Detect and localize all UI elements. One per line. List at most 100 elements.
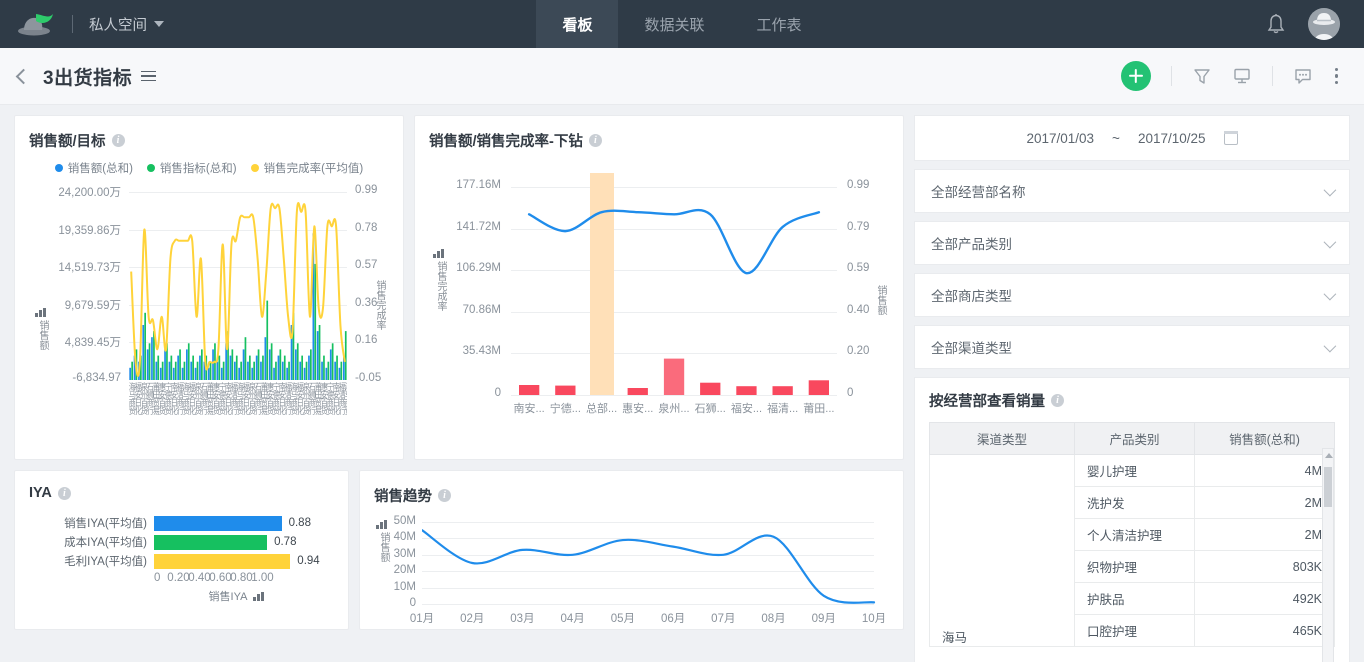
chart-trend-plot[interactable]: 销售额 50M 40M 30M 20M 10M 0 01月 02月 03月 04月 05月 06月 07…	[374, 515, 889, 626]
x-axis-label[interactable]: 宁德...	[547, 400, 583, 416]
table-cell-category[interactable]: 织物护理	[1074, 550, 1195, 583]
iya-bar-value: 0.94	[297, 555, 320, 567]
info-icon[interactable]: i	[1051, 394, 1064, 407]
x-axis-label[interactable]: 惠安...	[620, 400, 656, 416]
axis-tick-label: 40M	[393, 531, 416, 544]
avatar[interactable]	[1308, 8, 1340, 40]
tab-worksheet[interactable]: 工作表	[731, 0, 828, 48]
table-scrollbar[interactable]	[1322, 448, 1334, 662]
legend-item[interactable]: 销售指标(总和)	[146, 160, 237, 176]
y-axis-right-title: 销售额	[875, 285, 886, 315]
top-chart-row: 销售额/目标 i 销售额(总和) 销售指标(总和) 销售完成率(平均值) 销售额…	[14, 115, 904, 460]
chart-sales-target-plot[interactable]: 销售额 销售完成率 24,200.00万 0.99 19,359.86万 0.78 14…	[29, 180, 389, 459]
x-axis-label[interactable]: 石狮...	[692, 400, 728, 416]
legend-item[interactable]: 销售额(总和)	[54, 160, 133, 176]
column-header-channel[interactable]: 渠道类型	[929, 422, 1075, 455]
x-axis-label[interactable]: 南安...	[511, 400, 547, 416]
table-cell-sales[interactable]: 492K	[1194, 582, 1335, 615]
filter-channel-type[interactable]: 全部渠道类型	[914, 325, 1350, 369]
funnel-icon[interactable]	[1192, 66, 1212, 86]
hamburger-icon[interactable]	[141, 70, 157, 82]
filter-business-dept[interactable]: 全部经营部名称	[914, 169, 1350, 213]
x-axis-label[interactable]: 莆田...	[801, 400, 837, 416]
chart-iya-bars[interactable]: 销售IYA(平均值) 0.88 成本IYA(平均值) 0.78 毛利IYA(平均值) 0.…	[29, 515, 334, 569]
x-axis-label[interactable]: 09月	[810, 610, 838, 626]
axis-tick-label: 0.79	[847, 220, 870, 233]
filter-store-type-label: 全部商店类型	[931, 289, 1012, 304]
table-cell-sales[interactable]: 803K	[1194, 550, 1335, 583]
legend-item[interactable]: 销售完成率(平均值)	[250, 160, 363, 176]
table-body: 海马 婴儿护理 4M 洗护发 2M 个人清洁护理 2M 织物护理 803K 护肤品 492K 口腔护理…	[929, 454, 1335, 647]
axis-tick-label: 0	[494, 387, 501, 399]
axis-tick-label: 141.72M	[456, 220, 501, 233]
table-cell-category[interactable]: 婴儿护理	[1074, 454, 1195, 487]
axis-tick-label: 50M	[393, 515, 416, 527]
iya-bar-row[interactable]: 销售IYA(平均值) 0.88	[29, 515, 334, 531]
x-axis-label[interactable]: 福安...	[728, 400, 764, 416]
chart-drill-plot[interactable]: 销售完成率 销售额 177.16M 0.99 141.72M 0.79 106.29M 0…	[429, 165, 889, 455]
table-cell-category[interactable]: 护肤品	[1074, 582, 1195, 615]
table-cell-sales[interactable]: 4M	[1194, 454, 1335, 487]
x-axis-label[interactable]: 03月	[508, 610, 536, 626]
back-chevron-icon[interactable]	[15, 68, 32, 84]
iya-bar[interactable]	[154, 553, 291, 569]
filter-product-category[interactable]: 全部产品类别	[914, 221, 1350, 265]
axis-tick-label: 0.20	[847, 345, 870, 358]
x-axis-label[interactable]: 福清...	[765, 400, 801, 416]
iya-bar-value: 0.78	[274, 536, 297, 548]
table-cell-sales[interactable]: 2M	[1194, 486, 1335, 519]
bell-icon[interactable]	[1266, 13, 1286, 35]
calendar-icon[interactable]	[1223, 131, 1238, 145]
date-start-value[interactable]: 2017/01/03	[1026, 131, 1094, 146]
scrollbar-thumb[interactable]	[1324, 467, 1332, 507]
filter-store-type[interactable]: 全部商店类型	[914, 273, 1350, 317]
table-row[interactable]: 海马 婴儿护理 4M	[929, 454, 1335, 647]
iya-bar-value: 0.88	[288, 517, 311, 529]
axis-tick-label: 1.00	[251, 572, 274, 584]
date-end-value[interactable]: 2017/10/25	[1138, 131, 1206, 146]
info-icon[interactable]: i	[111, 134, 125, 147]
add-button[interactable]	[1120, 61, 1151, 91]
iya-bar-row[interactable]: 成本IYA(平均值) 0.78	[29, 534, 334, 550]
more-vertical-icon[interactable]	[1333, 66, 1340, 86]
scroll-up-icon[interactable]	[1325, 453, 1333, 458]
axis-tick-label: 4,839.45万	[64, 337, 121, 350]
x-axis-label[interactable]: 01月	[408, 610, 436, 626]
tab-kanban[interactable]: 看板	[536, 0, 619, 48]
chevron-down-icon	[1323, 235, 1337, 248]
tab-data-relation[interactable]: 数据关联	[618, 0, 730, 48]
x-axis-label[interactable]: 06月	[659, 610, 687, 626]
x-axis-label[interactable]: 05月	[609, 610, 637, 626]
x-axis-label[interactable]: 02月	[458, 610, 486, 626]
comment-icon[interactable]	[1293, 66, 1313, 86]
column-header-sales[interactable]: 销售额(总和)	[1194, 422, 1335, 455]
x-axis-label[interactable]: 泉州...	[656, 400, 692, 416]
date-range-picker[interactable]: 2017/01/03 ~ 2017/10/25	[914, 115, 1350, 161]
table-cell-sales[interactable]: 2M	[1194, 518, 1335, 551]
axis-tick-label: 9,679.59万	[64, 299, 121, 312]
x-axis-label[interactable]: 10月	[860, 610, 888, 626]
info-icon[interactable]: i	[588, 134, 602, 147]
table-cell-category[interactable]: 个人清洁护理	[1074, 518, 1195, 551]
nav-right-actions	[1266, 8, 1364, 40]
axis-tick-label: 10M	[393, 580, 416, 593]
info-icon[interactable]: i	[57, 486, 71, 500]
table-cell-category[interactable]: 口腔护理	[1074, 614, 1195, 647]
info-icon[interactable]: i	[438, 489, 451, 502]
table-cell-channel[interactable]: 海马	[929, 454, 1075, 647]
x-axis-label[interactable]: 08月	[760, 610, 788, 626]
iya-bar[interactable]	[154, 534, 268, 550]
axis-tick-label: 19,359.86万	[58, 224, 121, 237]
x-axis-label[interactable]: 07月	[709, 610, 737, 626]
column-header-category[interactable]: 产品类别	[1074, 422, 1195, 455]
iya-bar[interactable]	[154, 515, 282, 531]
table-cell-sales[interactable]: 465K	[1194, 614, 1335, 647]
presentation-icon[interactable]	[1232, 66, 1252, 86]
legend-sales-target: 销售额(总和) 销售指标(总和) 销售完成率(平均值)	[29, 160, 389, 176]
x-axis-label[interactable]: 总部...	[583, 400, 619, 416]
table-cell-category[interactable]: 洗护发	[1074, 486, 1195, 519]
iya-bar-row[interactable]: 毛利IYA(平均值) 0.94	[29, 553, 334, 569]
sales-table[interactable]: 渠道类型 产品类别 销售额(总和) 海马 婴儿护理 4M 洗护发 2M 个人清洁护理 2M 织…	[929, 422, 1335, 647]
x-axis-label[interactable]: 04月	[559, 610, 587, 626]
chart-type-icon	[433, 249, 444, 258]
